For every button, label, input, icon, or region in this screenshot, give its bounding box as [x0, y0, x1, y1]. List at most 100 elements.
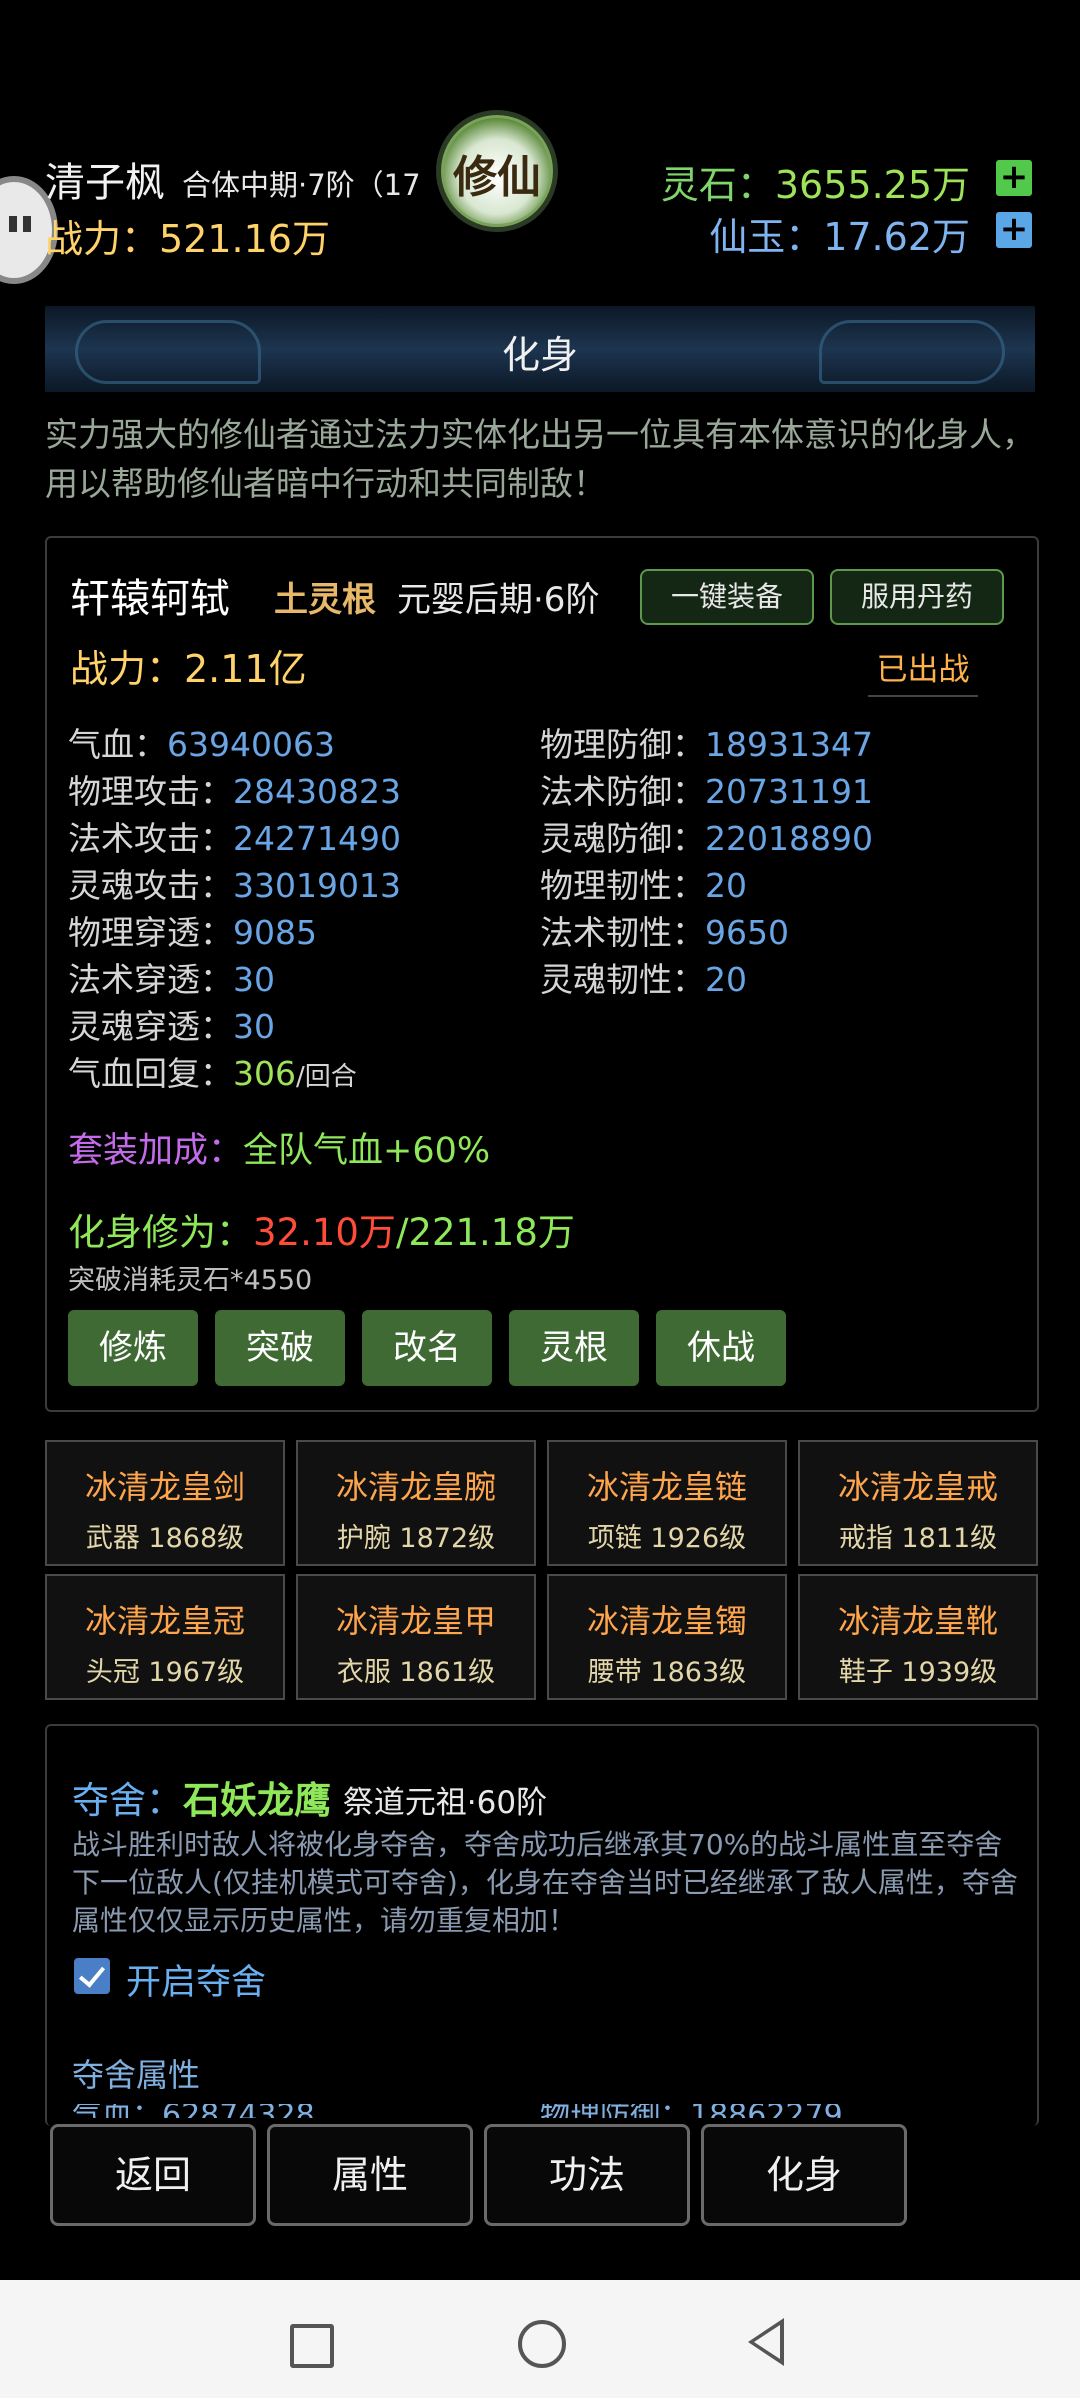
spirit-root-button[interactable]: 灵根 — [509, 1310, 639, 1386]
stat-label: 灵魂韧性： — [540, 960, 705, 999]
power-label: 战力： — [45, 217, 160, 261]
stat-label: 气血回复： — [68, 1054, 233, 1093]
possession-attr-row: 气血：62874328 物理防御：18862279 — [72, 2104, 972, 2118]
stat-value: 30 — [233, 1007, 275, 1046]
equipment-slot[interactable]: 冰清龙皇甲 衣服 1861级 — [296, 1574, 536, 1700]
equipment-slot[interactable]: 冰清龙皇戒 戒指 1811级 — [798, 1440, 1038, 1566]
stat-label: 气血： — [68, 725, 167, 764]
jade-balance: 仙玉：17.62万 — [709, 206, 970, 261]
possession-label: 夺舍： — [72, 1779, 183, 1822]
equipment-level: 腰带 1863级 — [587, 1657, 747, 1688]
stat-label: 灵魂防御： — [540, 819, 705, 858]
equip-all-button[interactable]: 一键装备 — [640, 569, 814, 625]
tab-techniques[interactable]: 功法 — [484, 2124, 690, 2226]
equipment-name: 冰清龙皇甲 — [335, 1602, 496, 1640]
stat-label: 法术穿透： — [68, 960, 233, 999]
avatar-text: 修仙 — [453, 152, 541, 203]
stat-label: 物理韧性： — [540, 866, 705, 905]
equipment-name: 冰清龙皇冠 — [84, 1602, 245, 1640]
stat-value: 24271490 — [233, 819, 401, 858]
set-bonus: 套装加成：全队气血+60% — [68, 1122, 490, 1173]
back-icon[interactable] — [748, 2318, 784, 2366]
player-power: 战力：521.16万 — [45, 208, 330, 263]
stat-label: 法术攻击： — [68, 819, 233, 858]
power-value: 521.16万 — [159, 217, 330, 261]
intro-text: 实力强大的修仙者通过法力实体化出另一位具有本体意识的化身人，用以帮助修仙者暗中行… — [45, 415, 1035, 503]
add-spirit-stone-icon[interactable]: + — [996, 160, 1032, 196]
stat-row: 法术攻击：24271490 — [68, 812, 401, 860]
breakthrough-cost: 突破消耗灵石*4550 — [68, 1265, 313, 1296]
possession-toggle-label[interactable]: 开启夺舍 — [126, 1954, 266, 2005]
stat-row: 气血回复：306/回合 — [68, 1047, 357, 1095]
stat-label: 物理穿透： — [68, 913, 233, 952]
stat-value: 63940063 — [167, 725, 335, 764]
stat-value: 20 — [705, 866, 747, 905]
stat-suffix: /回合 — [296, 1062, 357, 1092]
equipment-name: 冰清龙皇戒 — [837, 1468, 998, 1506]
rest-button[interactable]: 休战 — [656, 1310, 786, 1386]
clone-spirit-root: 土灵根 — [274, 580, 376, 620]
set-bonus-value: 全队气血+60% — [243, 1131, 491, 1171]
spirit-stone-label: 灵石： — [660, 163, 775, 207]
equipment-name: 冰清龙皇镯 — [586, 1602, 747, 1640]
set-bonus-label: 套装加成： — [68, 1131, 244, 1171]
stat-row: 物理韧性：20 — [540, 859, 747, 907]
jade-label: 仙玉： — [709, 215, 824, 259]
home-icon[interactable] — [518, 2320, 566, 2368]
equipment-name: 冰清龙皇靴 — [837, 1602, 998, 1640]
tab-clone[interactable]: 化身 — [701, 2124, 907, 2226]
equipment-slot[interactable]: 冰清龙皇链 项链 1926级 — [547, 1440, 787, 1566]
equipment-slot[interactable]: 冰清龙皇腕护腕 1872级 — [296, 1440, 536, 1566]
stat-value: 33019013 — [233, 866, 401, 905]
equipment-name: 冰清龙皇剑 — [84, 1468, 245, 1506]
clone-name: 轩辕轲轼 — [70, 576, 230, 622]
stat-label: 物理攻击： — [68, 772, 233, 811]
use-pill-button[interactable]: 服用丹药 — [830, 569, 1004, 625]
equipment-name: 冰清龙皇链 — [586, 1468, 747, 1506]
stat-label: 法术韧性： — [540, 913, 705, 952]
recent-apps-icon[interactable] — [290, 2324, 334, 2368]
equipment-slot[interactable]: 冰清龙皇靴 鞋子 1939级 — [798, 1574, 1038, 1700]
equipment-level: 武器 1868级 — [85, 1523, 245, 1554]
cultivation-max: /221.18万 — [395, 1211, 575, 1254]
cultivate-button[interactable]: 修炼 — [68, 1310, 198, 1386]
stat-row: 物理防御：18931347 — [540, 718, 873, 766]
cultivation-current: 32.10万 — [253, 1211, 396, 1254]
page-title: 化身 — [501, 333, 578, 377]
equipment-slot[interactable]: 冰清龙皇剑武器 1868级 — [45, 1440, 285, 1566]
stat-row: 物理穿透：9085 — [68, 906, 317, 954]
stat-row: 气血：63940063 — [68, 718, 335, 766]
avatar[interactable]: 修仙 — [436, 110, 558, 232]
possession-title: 夺舍：石妖龙鹰 祭道元祖·60阶 — [72, 1770, 547, 1824]
equipment-level: 护腕 1872级 — [336, 1523, 496, 1554]
equipment-slot[interactable]: 冰清龙皇冠头冠 1967级 — [45, 1574, 285, 1700]
tab-attributes[interactable]: 属性 — [267, 2124, 473, 2226]
equipment-level: 头冠 1967级 — [85, 1657, 245, 1688]
possession-description: 战斗胜利时敌人将被化身夺舍，夺舍成功后继承其70%的战斗属性直至夺舍下一位敌人(… — [72, 1828, 1018, 1937]
deployed-status[interactable]: 已出战 — [868, 644, 978, 697]
equipment-name: 冰清龙皇腕 — [335, 1468, 496, 1506]
stat-label: 法术防御： — [540, 772, 705, 811]
possession-target: 石妖龙鹰 — [183, 1779, 331, 1822]
stat-label: 灵魂攻击： — [68, 866, 233, 905]
stat-row: 灵魂攻击：33019013 — [68, 859, 401, 907]
breakthrough-button[interactable]: 突破 — [215, 1310, 345, 1386]
spirit-stone-balance: 灵石：3655.25万 — [661, 154, 970, 209]
stat-row: 灵魂韧性：20 — [540, 953, 747, 1001]
add-jade-icon[interactable]: + — [996, 212, 1032, 248]
spirit-stone-value: 3655.25万 — [774, 163, 970, 207]
possession-attr-title: 夺舍属性 — [72, 2056, 201, 2094]
player-realm: 合体中期·7阶（17 — [182, 168, 421, 202]
player-name: 清子枫 — [45, 160, 165, 206]
stat-value: 9085 — [233, 913, 317, 952]
stat-value: 28430823 — [233, 772, 401, 811]
tab-back[interactable]: 返回 — [50, 2124, 256, 2226]
possession-checkbox[interactable] — [74, 1958, 110, 1994]
stat-value: 20731191 — [705, 772, 873, 811]
stat-row: 灵魂穿透：30 — [68, 1000, 275, 1048]
stat-row: 灵魂防御：22018890 — [540, 812, 873, 860]
rename-button[interactable]: 改名 — [362, 1310, 492, 1386]
equipment-slot[interactable]: 冰清龙皇镯腰带 1863级 — [547, 1574, 787, 1700]
stat-value: 20 — [705, 960, 747, 999]
cultivation-label: 化身修为： — [68, 1211, 253, 1254]
